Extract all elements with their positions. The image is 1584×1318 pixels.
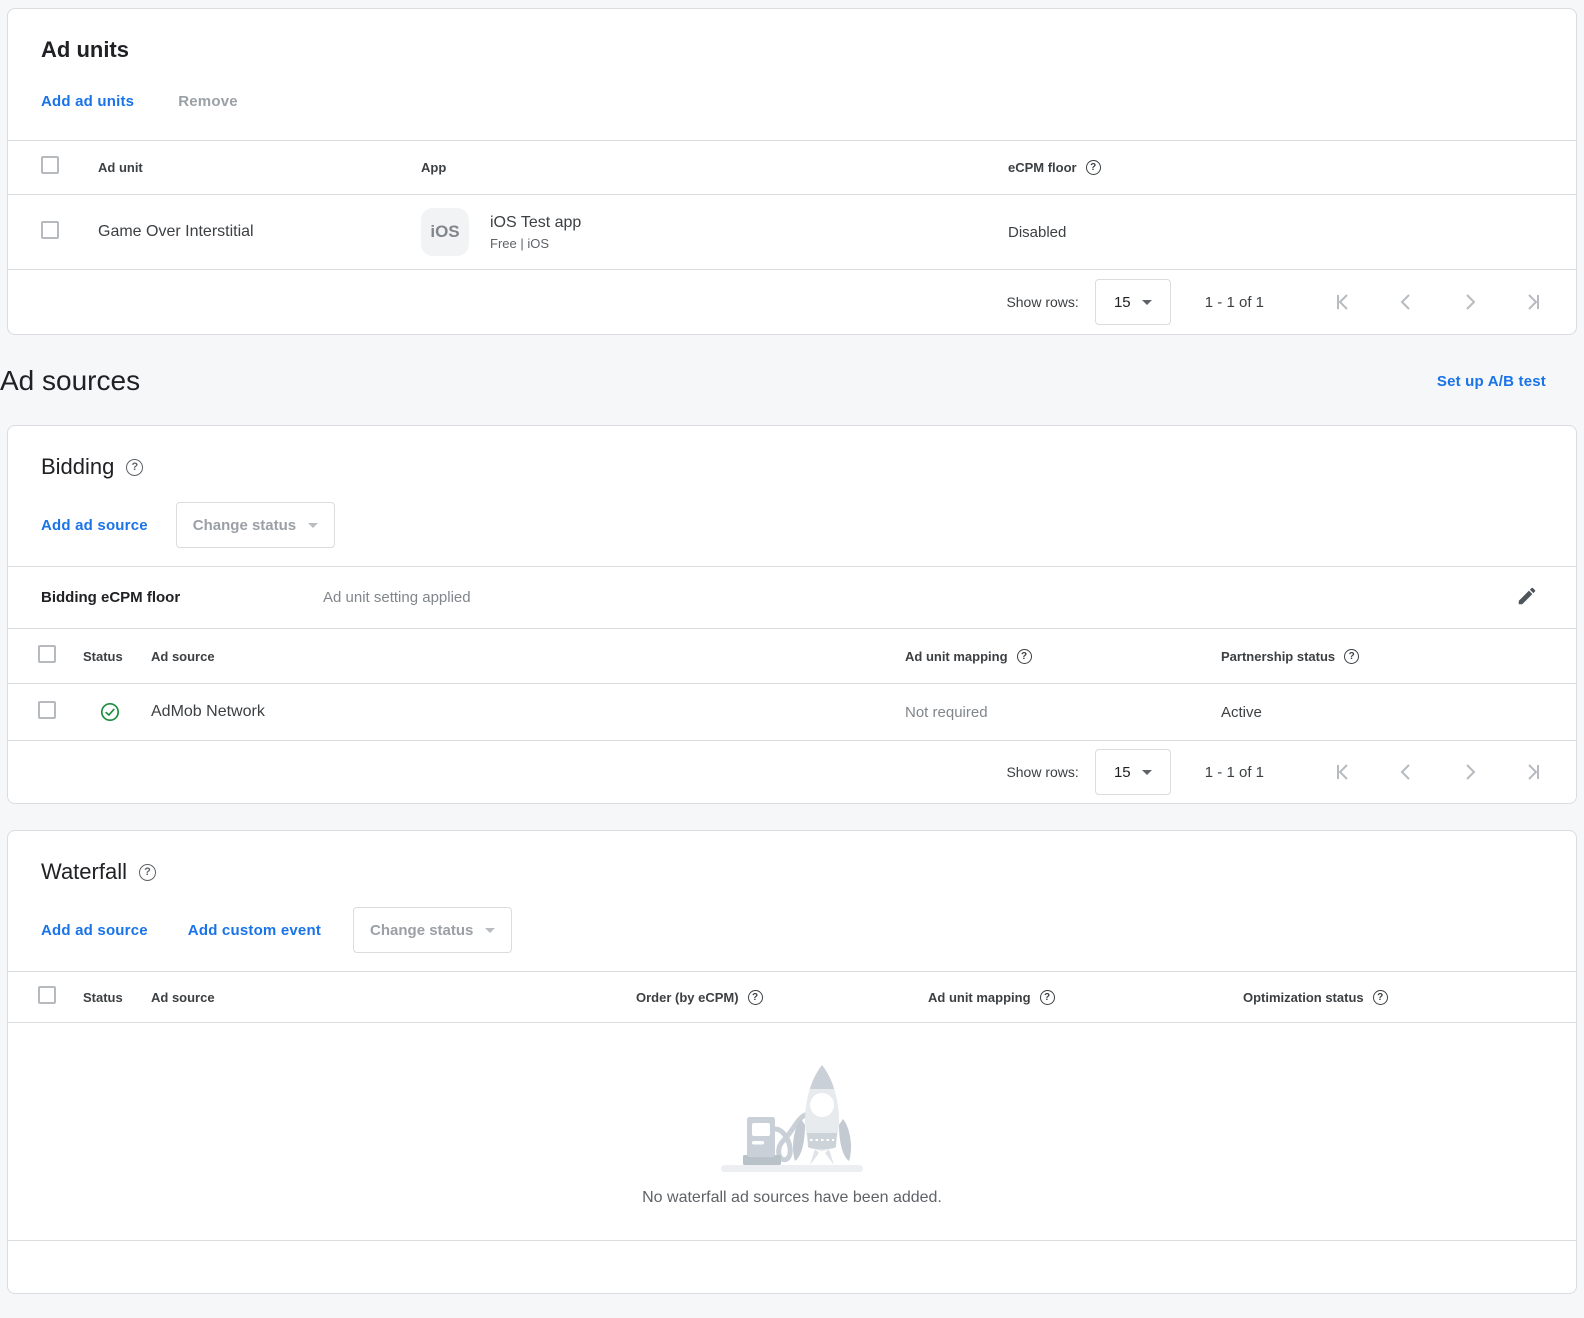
column-header-status: Status	[83, 649, 151, 664]
chevron-right-icon	[1458, 760, 1482, 784]
first-page-icon	[1330, 290, 1354, 314]
app-name: iOS Test app	[490, 214, 581, 232]
bidding-ecpm-floor-value: Ad unit setting applied	[323, 589, 471, 606]
waterfall-empty-state: No waterfall ad sources have been added.	[8, 1023, 1576, 1241]
ad-units-table-header: Ad unit App eCPM floor ?	[8, 140, 1576, 195]
select-all-checkbox[interactable]	[41, 156, 59, 174]
show-rows-label: Show rows:	[1006, 764, 1078, 780]
app-cell: iOS iOS Test app Free | iOS	[421, 208, 1008, 256]
column-header-ecpm-floor: eCPM floor ?	[1008, 160, 1576, 175]
column-header-partnership-status: Partnership status ?	[1221, 649, 1576, 664]
waterfall-card: Waterfall ? Add ad source Add custom eve…	[7, 830, 1577, 1294]
next-page-button[interactable]	[1458, 290, 1482, 314]
bidding-card: Bidding ? Add ad source Change status Bi…	[7, 425, 1577, 804]
help-icon[interactable]: ?	[126, 459, 143, 476]
column-header-optimization-status: Optimization status ?	[1243, 990, 1576, 1005]
first-page-button[interactable]	[1330, 760, 1354, 784]
ad-unit-mapping-value: Not required	[905, 704, 1221, 721]
chevron-down-icon	[1142, 300, 1152, 305]
column-header-ad-unit-mapping: Ad unit mapping ?	[928, 990, 1243, 1005]
column-header-app: App	[421, 160, 1008, 175]
waterfall-footer	[8, 1241, 1576, 1293]
prev-page-button[interactable]	[1394, 760, 1418, 784]
help-icon[interactable]: ?	[1040, 990, 1055, 1005]
app-icon: iOS	[421, 208, 469, 256]
help-icon[interactable]: ?	[1373, 990, 1388, 1005]
change-status-button[interactable]: Change status	[353, 907, 512, 953]
ad-source-name: AdMob Network	[151, 703, 905, 721]
bidding-title: Bidding	[41, 454, 114, 480]
ad-sources-title: Ad sources	[0, 365, 140, 397]
ad-units-pagination: Show rows: 15 1 - 1 of 1	[8, 270, 1576, 334]
add-ad-source-button[interactable]: Add ad source	[33, 509, 156, 542]
last-page-icon	[1522, 760, 1546, 784]
rocket-fuel-illustration	[717, 1057, 867, 1177]
ad-unit-name: Game Over Interstitial	[98, 223, 421, 241]
bidding-pagination: Show rows: 15 1 - 1 of 1	[8, 741, 1576, 803]
select-all-checkbox[interactable]	[38, 986, 56, 1004]
waterfall-table-header: Status Ad source Order (by eCPM) ? Ad un…	[8, 971, 1576, 1023]
select-all-checkbox[interactable]	[38, 645, 56, 663]
column-header-ad-unit-mapping: Ad unit mapping ?	[905, 649, 1221, 664]
chevron-down-icon	[308, 523, 318, 528]
help-icon[interactable]: ?	[748, 990, 763, 1005]
waterfall-title: Waterfall	[41, 859, 127, 885]
ad-units-title: Ad units	[41, 37, 129, 63]
column-header-ad-unit: Ad unit	[98, 160, 421, 175]
change-status-button[interactable]: Change status	[176, 502, 335, 548]
add-custom-event-button[interactable]: Add custom event	[180, 914, 329, 947]
chevron-down-icon	[485, 928, 495, 933]
bidding-ecpm-floor-label: Bidding eCPM floor	[41, 589, 323, 606]
help-icon[interactable]: ?	[139, 864, 156, 881]
page-range: 1 - 1 of 1	[1205, 294, 1264, 311]
chevron-left-icon	[1394, 290, 1418, 314]
bidding-ecpm-floor-row: Bidding eCPM floor Ad unit setting appli…	[8, 566, 1576, 628]
row-checkbox[interactable]	[38, 701, 56, 719]
help-icon[interactable]: ?	[1344, 649, 1359, 664]
remove-button[interactable]: Remove	[170, 85, 246, 118]
help-icon[interactable]: ?	[1017, 649, 1032, 664]
column-header-ad-source: Ad source	[151, 649, 905, 664]
prev-page-button[interactable]	[1394, 290, 1418, 314]
bidding-table-header: Status Ad source Ad unit mapping ? Partn…	[8, 628, 1576, 684]
show-rows-label: Show rows:	[1006, 294, 1078, 310]
last-page-button[interactable]	[1522, 760, 1546, 784]
help-icon[interactable]: ?	[1086, 160, 1101, 175]
pencil-icon	[1516, 585, 1538, 607]
column-header-order: Order (by eCPM) ?	[636, 990, 928, 1005]
chevron-down-icon	[1142, 770, 1152, 775]
ecpm-floor-value: Disabled	[1008, 224, 1576, 241]
add-ad-units-button[interactable]: Add ad units	[33, 85, 142, 118]
rows-per-page-select[interactable]: 15	[1095, 279, 1171, 325]
column-header-status: Status	[83, 990, 151, 1005]
first-page-button[interactable]	[1330, 290, 1354, 314]
mediation-page: Ad units Add ad units Remove Ad unit App…	[0, 8, 1584, 1294]
rows-per-page-select[interactable]: 15	[1095, 749, 1171, 795]
last-page-button[interactable]	[1522, 290, 1546, 314]
ad-units-card: Ad units Add ad units Remove Ad unit App…	[7, 8, 1577, 335]
setup-ab-test-link[interactable]: Set up A/B test	[1437, 373, 1546, 390]
last-page-icon	[1522, 290, 1546, 314]
add-ad-source-button[interactable]: Add ad source	[33, 914, 156, 947]
next-page-button[interactable]	[1458, 760, 1482, 784]
row-checkbox[interactable]	[41, 221, 59, 239]
partnership-status-value: Active	[1221, 704, 1576, 721]
empty-state-message: No waterfall ad sources have been added.	[642, 1189, 942, 1207]
chevron-left-icon	[1394, 760, 1418, 784]
column-header-ad-source: Ad source	[151, 990, 636, 1005]
ad-sources-section-header: Ad sources Set up A/B test	[0, 335, 1584, 425]
page-range: 1 - 1 of 1	[1205, 764, 1264, 781]
bidding-row: AdMob Network Not required Active	[8, 684, 1576, 741]
ad-unit-row: Game Over Interstitial iOS iOS Test app …	[8, 195, 1576, 270]
first-page-icon	[1330, 760, 1354, 784]
status-active-icon	[83, 702, 151, 722]
app-meta: Free | iOS	[490, 236, 581, 251]
edit-floor-button[interactable]	[1514, 583, 1540, 612]
chevron-right-icon	[1458, 290, 1482, 314]
